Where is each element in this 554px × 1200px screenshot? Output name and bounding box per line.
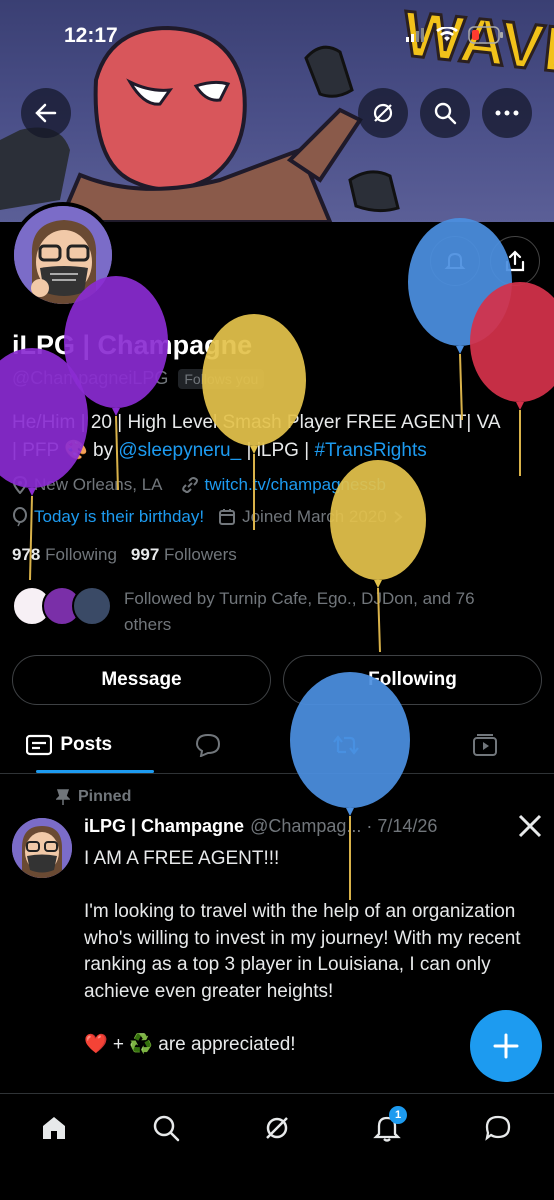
followed-by-text: Followed by Turnip Cafe, Ego., DJDon, an…: [124, 589, 475, 634]
tab-posts[interactable]: Posts: [0, 716, 154, 773]
compose-icon: [493, 1033, 519, 1059]
following-button[interactable]: Following: [283, 655, 542, 705]
profile-name: iLPG | Champagne: [12, 330, 253, 360]
post-handle-date: @Champag... · 7/14/26: [250, 816, 438, 836]
grok-icon: [373, 103, 393, 123]
more-button[interactable]: [482, 88, 532, 138]
search-button[interactable]: [420, 88, 470, 138]
avatar: [72, 586, 112, 626]
notify-button[interactable]: [430, 236, 480, 286]
avatar-illustration: [14, 206, 112, 304]
location: New Orleans, LA: [12, 475, 163, 495]
grok-icon: [266, 1117, 288, 1139]
followed-by-avatars: [12, 586, 112, 626]
profile-bio: He/Him | 20 | High Level Smash Player FR…: [12, 409, 542, 465]
post-author[interactable]: iLPG | Champagne: [84, 816, 244, 837]
message-button[interactable]: Message: [12, 655, 271, 705]
profile-tabs: Posts: [0, 716, 554, 774]
profile-meta-row-2: Today is their birthday! Joined March 20…: [12, 507, 403, 527]
tab-reposts[interactable]: [277, 716, 416, 773]
pin-icon: [56, 789, 70, 805]
message-icon: [485, 1115, 511, 1141]
share-icon: [505, 250, 525, 272]
grok-button[interactable]: [358, 88, 408, 138]
search-icon: [153, 1115, 180, 1142]
birthday: Today is their birthday!: [12, 507, 204, 527]
handle-row: @ChampagneiLPG Follows you: [12, 368, 265, 389]
search-icon: [434, 102, 457, 125]
bio-hashtag-link[interactable]: #TransRights: [314, 440, 426, 461]
nav-home[interactable]: [34, 1108, 74, 1148]
battery-icon: [468, 26, 503, 44]
back-button[interactable]: [21, 88, 71, 138]
share-button[interactable]: [490, 236, 540, 286]
wifi-icon: [436, 27, 458, 41]
bottom-nav: 1: [0, 1093, 554, 1200]
chevron-right-icon: [394, 511, 403, 523]
repost-icon: [333, 734, 360, 755]
profile-handle: @ChampagneiLPG: [12, 368, 169, 388]
tab-media[interactable]: [416, 716, 554, 773]
bio-line2: | PFP 🎨 by: [12, 440, 119, 461]
location-icon: [12, 476, 28, 494]
follows-you-badge: Follows you: [178, 368, 265, 389]
posts-icon: [26, 734, 53, 755]
x-logo-icon: [518, 814, 542, 838]
more-icon: [495, 110, 519, 116]
followed-by[interactable]: Followed by Turnip Cafe, Ego., DJDon, an…: [12, 586, 524, 638]
profile-avatar[interactable]: [10, 202, 116, 308]
status-bar: 12:17: [0, 18, 554, 58]
reply-icon: [195, 733, 220, 757]
avatar-illustration: [12, 818, 72, 878]
location-text: New Orleans, LA: [34, 475, 163, 494]
post-avatar[interactable]: [12, 818, 72, 878]
profile-meta-row: New Orleans, LA twitch.tv/champagnessb: [12, 475, 386, 495]
profile-actions: Message Following: [12, 655, 542, 705]
nav-messages[interactable]: [478, 1108, 518, 1148]
following-count[interactable]: 978 Following: [12, 545, 117, 565]
bio-line1: He/Him | 20 | High Level Smash Player FR…: [12, 412, 501, 433]
nav-search[interactable]: [146, 1108, 186, 1148]
website[interactable]: twitch.tv/champagnessb: [181, 475, 386, 495]
balloon-icon: [13, 507, 27, 527]
tab-replies[interactable]: [139, 716, 278, 773]
status-time: 12:17: [64, 24, 118, 47]
pinned-label: Pinned: [56, 788, 131, 806]
tab-posts-label: Posts: [60, 733, 113, 755]
calendar-icon: [219, 509, 236, 525]
notification-badge: 1: [389, 1106, 407, 1124]
bio-mid: | iLPG |: [241, 440, 315, 461]
link-icon: [181, 477, 198, 493]
pinned-text: Pinned: [78, 788, 132, 805]
joined-text: Joined March 2020: [242, 507, 387, 526]
bio-mention-link[interactable]: @sleepyneru_: [118, 440, 241, 461]
home-icon: [43, 1117, 65, 1139]
back-icon: [35, 103, 57, 123]
compose-button[interactable]: [470, 1010, 542, 1082]
joined-date[interactable]: Joined March 2020: [218, 507, 403, 527]
profile-banner[interactable]: WAVE 12:17: [0, 0, 554, 222]
status-icons: [406, 26, 504, 44]
nav-notifications[interactable]: 1: [367, 1106, 407, 1148]
nav-grok[interactable]: [257, 1108, 297, 1148]
post-header: iLPG | Champagne @Champag... · 7/14/26: [84, 816, 437, 837]
bell-icon: [444, 252, 466, 269]
followers-count[interactable]: 997 Followers: [131, 545, 237, 565]
media-icon: [472, 733, 497, 756]
follow-counts: 978 Following 997 Followers: [12, 545, 237, 565]
website-link[interactable]: twitch.tv/champagnessb: [205, 475, 386, 495]
birthday-text: Today is their birthday!: [34, 507, 205, 526]
signal-icon: [406, 28, 424, 42]
